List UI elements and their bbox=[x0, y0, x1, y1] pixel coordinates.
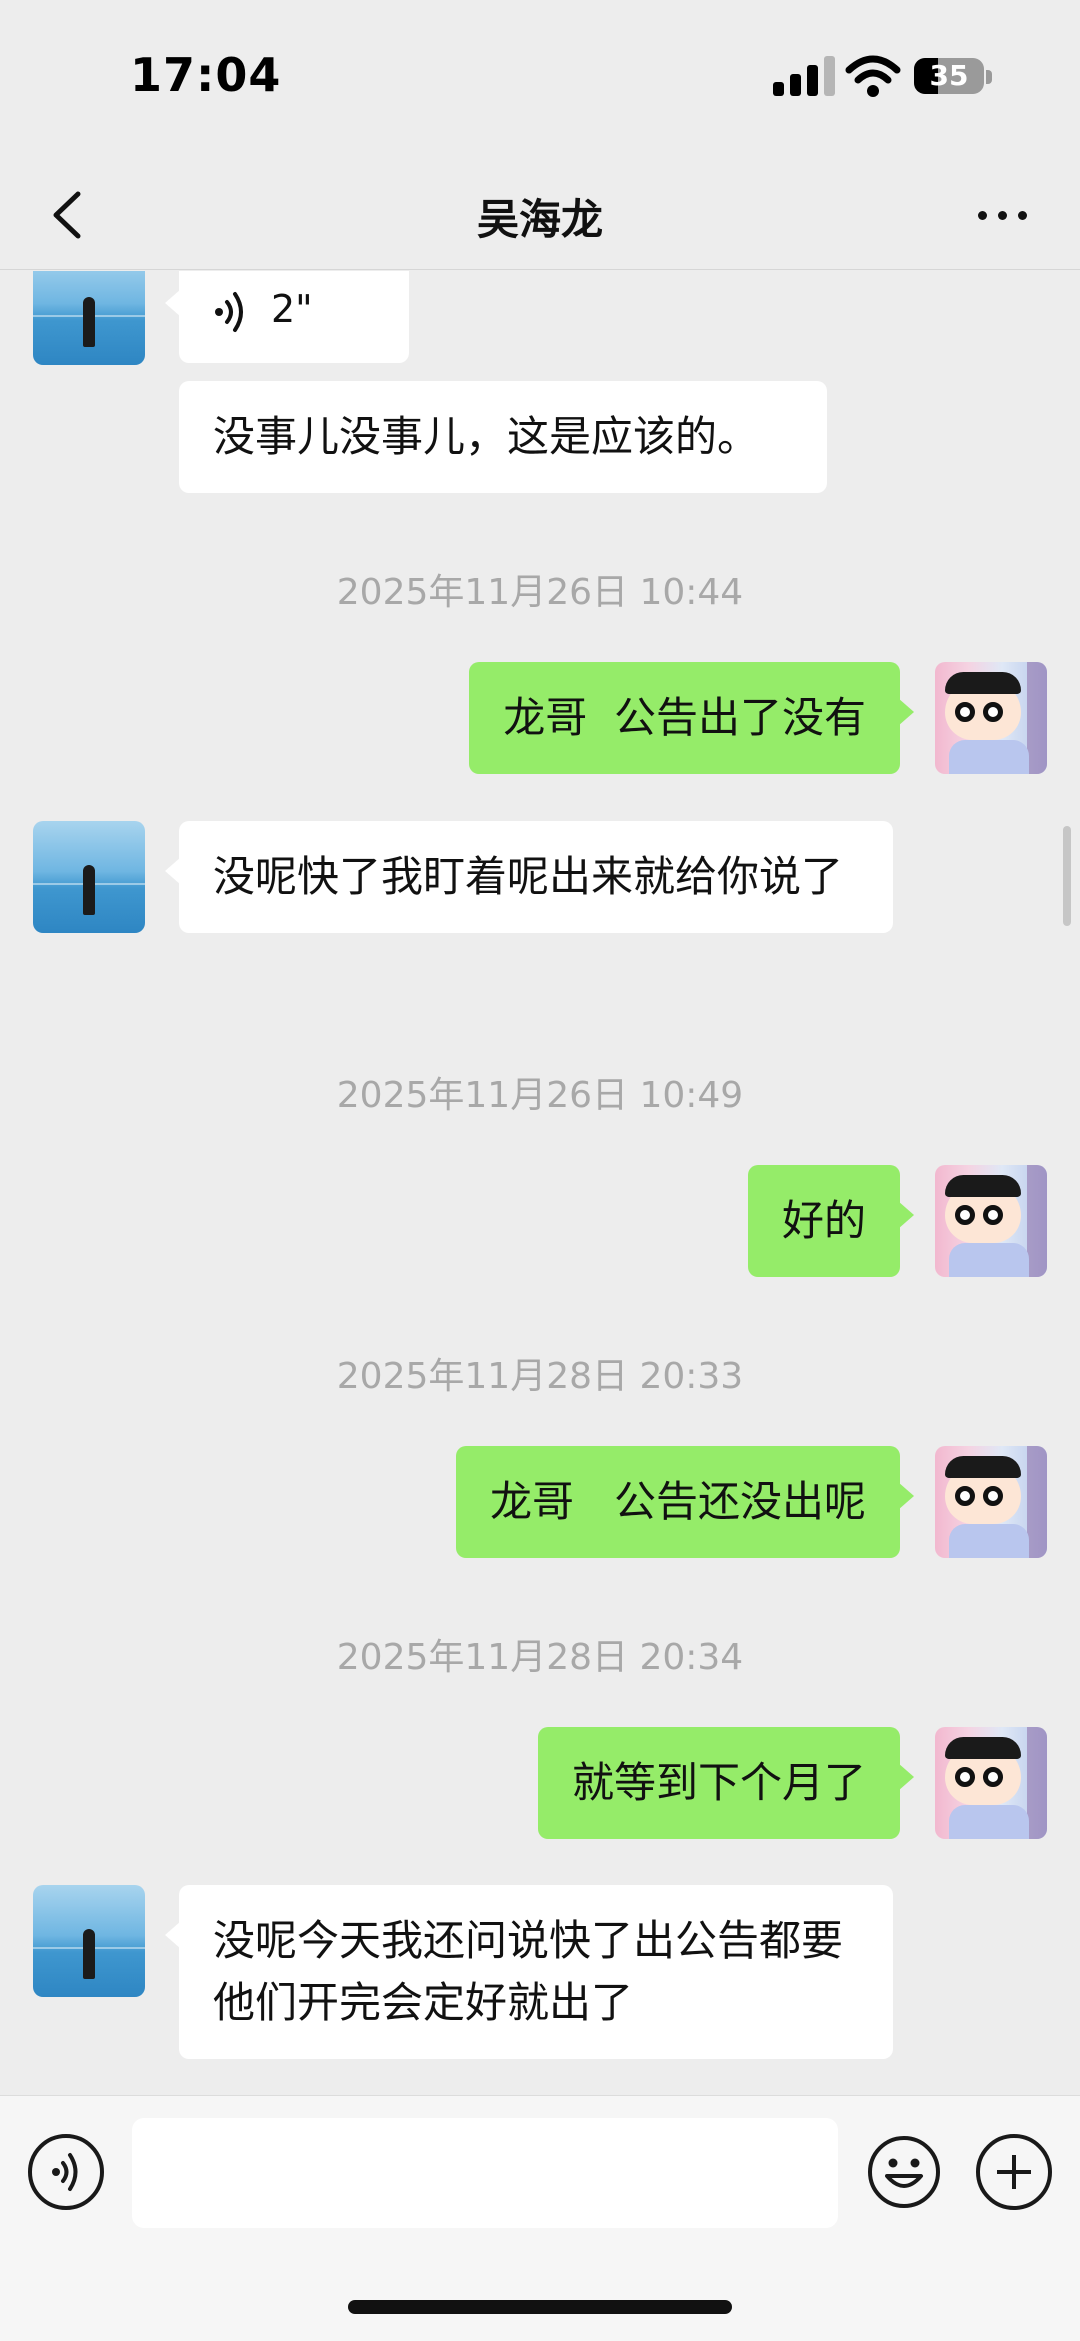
chevron-left-icon[interactable] bbox=[36, 180, 106, 250]
timestamp: 2025年11月28日 20:34 bbox=[336, 1637, 744, 1678]
cellular-signal-icon bbox=[773, 56, 835, 96]
self-avatar[interactable] bbox=[935, 1727, 1047, 1839]
scrollbar[interactable] bbox=[1063, 826, 1071, 926]
message-text: 没呢今天我还问说快了出公告都要他们开完会定好就出了 bbox=[213, 1916, 844, 2027]
nav-bar: 吴海龙 bbox=[0, 160, 1080, 270]
chat-title: 吴海龙 bbox=[476, 195, 603, 244]
status-time: 17:04 bbox=[130, 48, 282, 102]
status-bar: 17:04 35 bbox=[0, 0, 1080, 160]
voice-duration: 2" bbox=[271, 287, 313, 331]
message-text: 好的 bbox=[781, 1196, 866, 1245]
plus-icon[interactable] bbox=[976, 2134, 1052, 2210]
message-text: 龙哥 公告还没出呢 bbox=[489, 1477, 866, 1526]
text-message[interactable]: 龙哥 公告还没出呢 bbox=[455, 1446, 915, 1558]
text-message[interactable]: 好的 bbox=[747, 1165, 915, 1277]
self-avatar[interactable] bbox=[935, 662, 1047, 774]
more-icon[interactable] bbox=[970, 190, 1034, 240]
chat-message-list[interactable]: 2" 没事儿没事儿，这是应该的。 2025年11月26日 10:44 龙哥 公告… bbox=[0, 271, 1080, 2095]
emoji-icon[interactable] bbox=[866, 2134, 942, 2210]
timestamp: 2025年11月26日 10:49 bbox=[336, 1075, 744, 1116]
wifi-icon bbox=[845, 55, 901, 97]
message-text: 就等到下个月了 bbox=[571, 1758, 866, 1807]
contact-avatar[interactable] bbox=[33, 1885, 145, 1997]
text-message[interactable]: 没事儿没事儿，这是应该的。 bbox=[179, 381, 827, 493]
battery-cap bbox=[986, 70, 992, 84]
text-message[interactable]: 龙哥 公告出了没有 bbox=[469, 662, 914, 774]
message-text: 龙哥 公告出了没有 bbox=[503, 693, 866, 742]
voice-icon bbox=[52, 2153, 78, 2191]
contact-avatar[interactable] bbox=[33, 821, 145, 933]
text-message[interactable]: 就等到下个月了 bbox=[537, 1727, 915, 1839]
battery-level: 35 bbox=[929, 59, 969, 92]
voice-message[interactable]: 2" bbox=[165, 271, 409, 363]
text-message[interactable]: 没呢今天我还问说快了出公告都要他们开完会定好就出了 bbox=[165, 1885, 893, 2059]
voice-input-button[interactable] bbox=[28, 2134, 104, 2210]
voice-icon bbox=[215, 292, 243, 332]
message-text: 没呢快了我盯着呢出来就给你说了 bbox=[213, 852, 844, 901]
contact-avatar[interactable] bbox=[33, 271, 145, 365]
timestamp: 2025年11月28日 20:33 bbox=[336, 1356, 744, 1397]
home-indicator[interactable] bbox=[348, 2300, 732, 2314]
self-avatar[interactable] bbox=[935, 1165, 1047, 1277]
text-message[interactable]: 没呢快了我盯着呢出来就给你说了 bbox=[165, 821, 893, 933]
self-avatar[interactable] bbox=[935, 1446, 1047, 1558]
message-text: 没事儿没事儿，这是应该的。 bbox=[213, 412, 760, 461]
message-input[interactable] bbox=[132, 2118, 838, 2228]
battery-icon: 35 bbox=[914, 58, 984, 94]
timestamp: 2025年11月26日 10:44 bbox=[336, 572, 744, 613]
